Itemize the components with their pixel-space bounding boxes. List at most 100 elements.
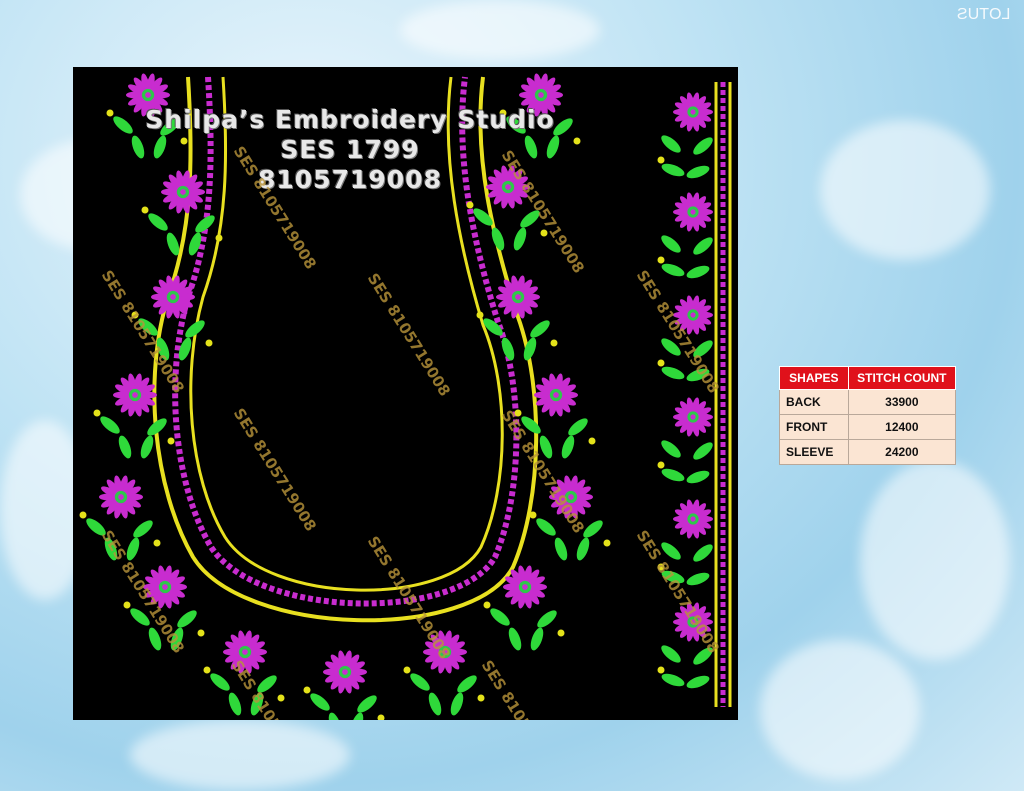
- count-cell: 24200: [847, 439, 957, 465]
- leaf: [661, 468, 685, 482]
- sequin-dot: [657, 359, 665, 367]
- sequin-dot: [657, 666, 665, 674]
- sequin-dot: [123, 601, 131, 609]
- leaf: [508, 627, 522, 651]
- sequin-dot: [277, 694, 285, 702]
- flower-center-dot: [170, 294, 176, 300]
- leaf: [530, 320, 550, 338]
- sequin-dot: [93, 409, 101, 417]
- leaf: [513, 227, 527, 251]
- leaf: [133, 520, 153, 538]
- leaf: [661, 135, 681, 153]
- sequin-dot: [466, 201, 474, 209]
- leaf: [693, 137, 713, 155]
- leaf: [228, 692, 242, 716]
- studio-name: Shilpa’s Embroidery Studio: [145, 105, 555, 134]
- shape-cell: SLEEVE: [779, 439, 849, 465]
- flower-center-dot: [690, 414, 696, 420]
- leaf: [568, 418, 588, 436]
- count-cell: 12400: [847, 414, 957, 440]
- leaf: [661, 366, 685, 380]
- leaf: [661, 645, 681, 663]
- leaf: [491, 227, 505, 251]
- leaf: [100, 416, 120, 434]
- background-petal: [820, 120, 990, 260]
- leaf: [410, 673, 430, 691]
- leaf: [310, 693, 330, 711]
- leaf: [450, 692, 464, 716]
- sequin-dot: [588, 437, 596, 445]
- flower-center-dot: [553, 392, 559, 398]
- leaf: [118, 435, 132, 459]
- leaf: [536, 518, 556, 536]
- sequin-dot: [477, 694, 485, 702]
- flower-center-dot: [690, 209, 696, 215]
- studio-phone: 8105719008: [258, 165, 442, 194]
- table-row: BACK 33900: [779, 389, 957, 415]
- sequin-dot: [197, 629, 205, 637]
- leaf: [693, 544, 713, 562]
- sequin-dot: [203, 666, 211, 674]
- flower-center-dot: [132, 392, 138, 398]
- leaf: [686, 265, 710, 279]
- leaf: [350, 712, 364, 720]
- studio-title-block: Shilpa’s Embroidery Studio SES 1799 8105…: [135, 105, 565, 195]
- leaf: [693, 442, 713, 460]
- count-cell: 33900: [847, 389, 957, 415]
- shape-cell: FRONT: [779, 414, 849, 440]
- stitch-count-table: SHAPES STITCH COUNT BACK 33900 FRONT 124…: [779, 366, 957, 465]
- flower-center-dot: [342, 669, 348, 675]
- flower-center-dot: [515, 294, 521, 300]
- leaf: [328, 712, 342, 720]
- stitch-count-header: STITCH COUNT: [847, 366, 957, 390]
- sequin-dot: [215, 234, 223, 242]
- leaf: [210, 673, 230, 691]
- sequin-dot: [167, 437, 175, 445]
- leaf: [686, 572, 710, 586]
- flower-center-dot: [690, 109, 696, 115]
- leaf: [530, 627, 544, 651]
- leaf: [661, 673, 685, 687]
- leaf: [686, 165, 710, 179]
- leaf: [661, 235, 681, 253]
- leaf: [537, 610, 557, 628]
- leaf: [140, 435, 154, 459]
- leaf: [686, 675, 710, 689]
- sequin-dot: [483, 601, 491, 609]
- sequin-dot: [106, 109, 114, 117]
- shape-cell: BACK: [779, 389, 849, 415]
- table-row: FRONT 12400: [779, 414, 957, 440]
- sequin-dot: [557, 629, 565, 637]
- leaf: [661, 163, 685, 177]
- flower-center-dot: [242, 649, 248, 655]
- leaf: [457, 675, 477, 693]
- leaf: [576, 537, 590, 561]
- background-petal: [860, 460, 1010, 660]
- background-petal: [130, 720, 350, 790]
- leaf: [428, 692, 442, 716]
- shapes-header: SHAPES: [779, 366, 849, 390]
- embroidery-design-panel: Shilpa’s Embroidery Studio SES 1799 8105…: [73, 67, 738, 720]
- leaf: [693, 237, 713, 255]
- flower-center-dot: [538, 92, 544, 98]
- leaf: [501, 337, 515, 361]
- flower-center-dot: [162, 584, 168, 590]
- sequin-dot: [476, 311, 484, 319]
- sequin-dot: [657, 156, 665, 164]
- flower-center-dot: [690, 312, 696, 318]
- leaf: [554, 537, 568, 561]
- sequin-dot: [403, 666, 411, 674]
- leaf: [357, 695, 377, 713]
- sequin-dot: [550, 339, 558, 347]
- background-petal: [400, 0, 600, 60]
- sequin-dot: [377, 714, 385, 720]
- leaf: [148, 213, 168, 231]
- sequin-dot: [141, 206, 149, 214]
- table-row: SLEEVE 24200: [779, 439, 957, 465]
- sequin-dot: [153, 539, 161, 547]
- sequin-dot: [529, 511, 537, 519]
- leaf: [113, 116, 133, 134]
- leaf: [177, 610, 197, 628]
- sequin-dot: [205, 339, 213, 347]
- leaf: [661, 263, 685, 277]
